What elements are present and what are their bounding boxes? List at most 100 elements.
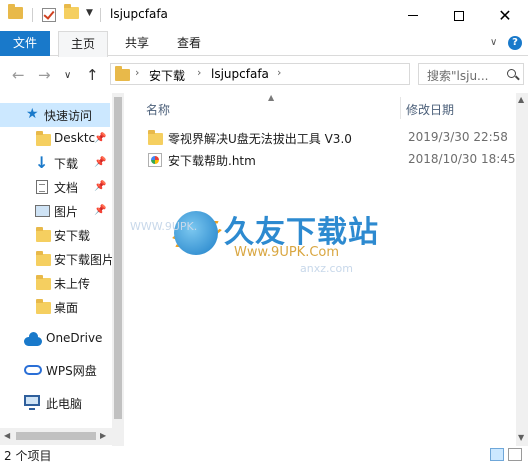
pin-icon: 📌	[94, 205, 107, 216]
star-icon: ★	[26, 106, 39, 122]
file-name: 零视界解决U盘无法拔出工具 V3.0	[168, 132, 352, 146]
htm-file-icon	[148, 153, 162, 167]
sidebar-item-label: 此电脑	[46, 397, 83, 411]
new-folder-icon[interactable]	[64, 4, 79, 19]
window-title: lsjupcfafa	[110, 7, 168, 21]
tab-file[interactable]: 文件	[0, 31, 50, 56]
list-item[interactable]: 安下载帮助.htm 2018/10/30 18:45	[144, 149, 524, 171]
sidebar-item-label: 文档	[54, 181, 79, 195]
sidebar-item-downloads[interactable]: ↓ 下载 📌	[0, 151, 110, 175]
search-input[interactable]: 搜索"lsju...	[418, 63, 524, 85]
scrollbar-thumb[interactable]	[16, 432, 96, 440]
item-count: 2 个项目	[4, 449, 52, 463]
sidebar-item-label: 未上传	[54, 277, 91, 291]
sidebar-item-label: 下载	[54, 157, 79, 171]
expand-ribbon-icon[interactable]: ∨	[490, 37, 497, 48]
properties-icon[interactable]	[42, 8, 56, 22]
chevron-down-icon[interactable]: ▼	[86, 8, 93, 18]
breadcrumb-item[interactable]: 安下载	[149, 67, 185, 84]
file-date: 2019/3/30 22:58	[408, 130, 508, 144]
folder-icon	[36, 227, 51, 242]
sidebar-item-anxiazai[interactable]: 安下载	[0, 223, 110, 247]
watermark-url: Www.9UPK.Com	[234, 245, 340, 260]
sidebar-item-quick-access[interactable]: ★ 快速访问	[0, 103, 110, 127]
title-bar: ▼ lsjupcfafa ✕	[0, 0, 528, 31]
scrollbar-thumb[interactable]	[114, 97, 122, 419]
sidebar-item-label: 安下载	[54, 229, 91, 243]
sidebar-item-label: 安下载图片	[54, 253, 115, 267]
folder-icon	[36, 251, 51, 266]
watermark: 久友下载站 Www.9UPK.Com	[166, 205, 402, 275]
column-divider[interactable]	[400, 97, 401, 119]
computer-icon	[24, 395, 40, 410]
sidebar-item-wps-drive[interactable]: WPS网盘	[0, 358, 110, 382]
scroll-down-icon[interactable]: ▼	[518, 433, 524, 442]
navigation-scrollbar[interactable]	[112, 93, 124, 446]
sidebar-item-not-uploaded[interactable]: 未上传	[0, 271, 110, 295]
scroll-left-icon[interactable]: ◀	[4, 431, 10, 440]
download-icon: ↓	[35, 153, 49, 172]
search-icon	[507, 69, 516, 78]
tab-share[interactable]: 共享	[112, 31, 162, 56]
list-item[interactable]: 零视界解决U盘无法拔出工具 V3.0 2019/3/30 22:58	[144, 127, 524, 149]
maximize-icon	[454, 10, 464, 21]
folder-icon	[36, 275, 51, 290]
breadcrumb-separator-icon: ›	[135, 66, 140, 79]
help-icon[interactable]: ?	[508, 36, 522, 50]
status-bar: 2 个项目	[0, 446, 528, 464]
address-row: ← → ∨ ↑ › 安下载 › lsjupcfafa › ∨ ↻ 搜索"lsju…	[0, 57, 528, 93]
tab-view[interactable]: 查看	[164, 31, 214, 56]
breadcrumb-separator-icon: ›	[197, 66, 202, 79]
breadcrumb-item[interactable]: lsjupcfafa	[211, 67, 269, 81]
maximize-button[interactable]	[436, 0, 482, 31]
minimize-icon	[408, 15, 418, 16]
address-bar[interactable]: › 安下载 › lsjupcfafa › ∨ ↻	[110, 63, 506, 85]
file-name: 安下载帮助.htm	[168, 154, 256, 168]
recent-locations-icon[interactable]: ∨	[64, 70, 71, 81]
folder-icon	[8, 4, 23, 19]
divider	[100, 8, 101, 22]
wps-cloud-icon	[24, 365, 42, 375]
sidebar-item-label: WPS网盘	[46, 364, 97, 378]
sidebar-item-onedrive[interactable]: OneDrive	[0, 327, 110, 351]
column-header-name[interactable]: 名称	[146, 101, 170, 118]
details-view-button[interactable]	[490, 448, 504, 461]
search-placeholder: 搜索"lsju...	[427, 69, 489, 83]
large-icons-view-button[interactable]	[508, 448, 522, 461]
sidebar-item-label: OneDrive	[46, 331, 103, 345]
forward-arrow-icon[interactable]: →	[38, 66, 51, 84]
sidebar-item-label: Desktc	[54, 131, 96, 145]
sidebar-item-this-pc[interactable]: 此电脑	[0, 391, 110, 415]
back-arrow-icon[interactable]: ←	[12, 66, 25, 84]
sidebar-item-desktop-folder[interactable]: 桌面	[0, 295, 110, 319]
sidebar-item-pictures[interactable]: 图片 📌	[0, 199, 110, 223]
up-arrow-icon[interactable]: ↑	[86, 66, 99, 84]
tab-home[interactable]: 主页	[58, 31, 108, 57]
sidebar-item-desktop[interactable]: Desktc 📌	[0, 127, 110, 151]
sort-ascending-icon: ▲	[268, 93, 275, 102]
scroll-up-icon[interactable]: ▲	[518, 95, 524, 104]
ribbon: 文件 主页 共享 查看 ∨ ?	[0, 31, 528, 57]
breadcrumb-separator-icon: ›	[277, 66, 282, 79]
pin-icon: 📌	[94, 181, 107, 192]
picture-icon	[35, 205, 50, 217]
watermark-corner-text: anxz.com	[300, 262, 353, 275]
scroll-right-icon[interactable]: ▶	[100, 431, 106, 440]
content-scrollbar[interactable]: ▲ ▼	[516, 93, 528, 446]
divider	[32, 8, 33, 22]
horizontal-scrollbar[interactable]: ◀ ▶	[0, 428, 112, 445]
minimize-button[interactable]	[390, 0, 436, 31]
pin-icon: 📌	[94, 133, 107, 144]
sidebar-item-label: 桌面	[54, 301, 79, 315]
close-button[interactable]: ✕	[482, 0, 528, 31]
sidebar-item-label: 快速访问	[44, 109, 93, 123]
file-date: 2018/10/30 18:45	[408, 152, 516, 166]
column-header-modified[interactable]: 修改日期	[406, 101, 454, 118]
folder-icon	[36, 299, 51, 314]
folder-icon	[36, 131, 51, 146]
sidebar-item-anxiazai-pictures[interactable]: 安下载图片	[0, 247, 114, 271]
folder-icon	[148, 130, 163, 145]
sidebar-item-documents[interactable]: 文档 📌	[0, 175, 110, 199]
folder-icon	[115, 66, 130, 81]
navigation-pane: ★ 快速访问 Desktc 📌 ↓ 下载 📌 文档 📌 图片 📌 安下载 安下载…	[0, 93, 124, 446]
